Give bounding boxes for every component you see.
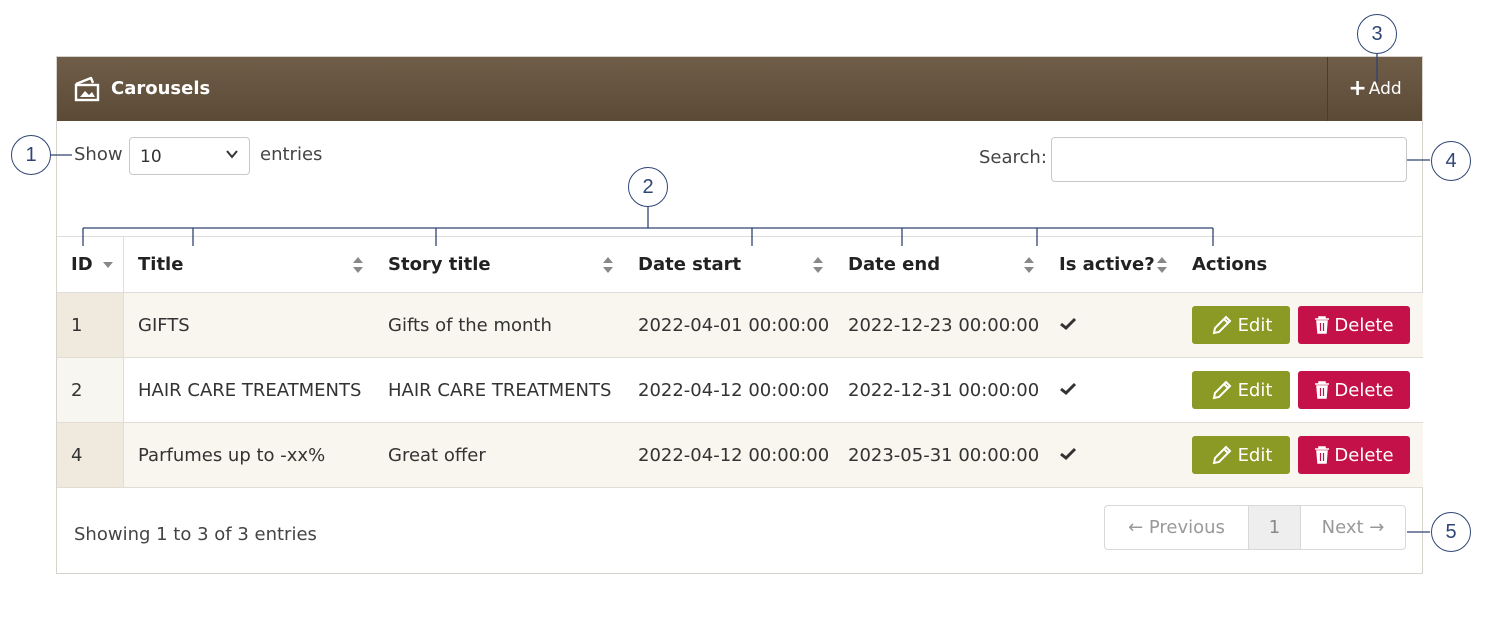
- add-label: Add: [1368, 79, 1402, 99]
- trash-icon: [1315, 316, 1330, 334]
- edit-button[interactable]: Edit: [1192, 371, 1290, 409]
- cell-is-active: [1045, 357, 1178, 423]
- pencil-icon: [1212, 380, 1231, 400]
- sort-icon: [1157, 257, 1167, 273]
- table-row: 1 GIFTS Gifts of the month 2022-04-01 00…: [57, 292, 1423, 358]
- table-header-row: ID Title Story title Date start Date end: [57, 236, 1423, 293]
- column-header-story-title[interactable]: Story title: [374, 236, 624, 293]
- table-row: 2 HAIR CARE TREATMENTS HAIR CARE TREATME…: [57, 357, 1423, 423]
- cell-story-title: HAIR CARE TREATMENTS: [374, 357, 624, 423]
- page-1-button[interactable]: 1: [1249, 506, 1301, 549]
- checkmark-icon: [1060, 447, 1077, 460]
- column-header-is-active[interactable]: Is active?: [1045, 236, 1178, 293]
- cell-date-start: 2022-04-12 00:00:00: [624, 422, 834, 488]
- next-page-button[interactable]: Next →: [1301, 506, 1405, 549]
- plus-icon: +: [1348, 76, 1367, 101]
- cell-title: Parfumes up to -xx%: [123, 422, 374, 488]
- sort-icon: [353, 257, 363, 273]
- table-row: 4 Parfumes up to -xx% Great offer 2022-0…: [57, 422, 1423, 488]
- cell-date-end: 2023-05-31 00:00:00: [834, 422, 1045, 488]
- cell-date-end: 2022-12-23 00:00:00: [834, 292, 1045, 358]
- sort-icon: [813, 257, 823, 273]
- callout-5: 5: [1431, 512, 1471, 552]
- column-header-id[interactable]: ID: [57, 236, 124, 293]
- add-button[interactable]: + Add: [1327, 57, 1422, 121]
- show-label: Show: [74, 144, 123, 165]
- pencil-icon: [1212, 315, 1231, 335]
- panel-title: Carousels: [111, 78, 211, 99]
- table-info: Showing 1 to 3 of 3 entries: [74, 524, 317, 545]
- search-input[interactable]: [1051, 137, 1407, 182]
- edit-button[interactable]: Edit: [1192, 306, 1290, 344]
- column-header-actions: Actions: [1178, 236, 1423, 293]
- carousels-panel: Carousels + Add Show 10 entries Search: …: [56, 56, 1423, 574]
- pagination: ← Previous 1 Next →: [1104, 505, 1406, 550]
- checkmark-icon: [1060, 382, 1077, 395]
- cell-actions: Edit Delete: [1178, 292, 1423, 358]
- cell-is-active: [1045, 422, 1178, 488]
- delete-button[interactable]: Delete: [1298, 371, 1410, 409]
- search-label: Search:: [979, 147, 1047, 168]
- pencil-icon: [1212, 445, 1231, 465]
- trash-icon: [1315, 446, 1330, 464]
- callout-4: 4: [1431, 141, 1471, 181]
- cell-title: GIFTS: [123, 292, 374, 358]
- cell-id: 4: [57, 422, 124, 488]
- sort-icon: [1024, 257, 1034, 273]
- cell-title: HAIR CARE TREATMENTS: [123, 357, 374, 423]
- column-header-title[interactable]: Title: [123, 236, 374, 293]
- carousel-icon: [74, 76, 100, 102]
- cell-is-active: [1045, 292, 1178, 358]
- entries-per-page-select[interactable]: 10: [129, 137, 250, 175]
- carousels-table: ID Title Story title Date start Date end: [57, 236, 1423, 488]
- entries-label: entries: [260, 144, 323, 165]
- callout-1: 1: [11, 135, 51, 175]
- callout-3: 3: [1357, 14, 1397, 54]
- delete-button[interactable]: Delete: [1298, 306, 1410, 344]
- previous-page-button[interactable]: ← Previous: [1105, 506, 1249, 549]
- cell-story-title: Great offer: [374, 422, 624, 488]
- panel-header: Carousels + Add: [57, 57, 1422, 121]
- cell-id: 1: [57, 292, 124, 358]
- trash-icon: [1315, 381, 1330, 399]
- delete-button[interactable]: Delete: [1298, 436, 1410, 474]
- cell-story-title: Gifts of the month: [374, 292, 624, 358]
- callout-2: 2: [628, 167, 668, 207]
- cell-date-start: 2022-04-01 00:00:00: [624, 292, 834, 358]
- column-header-date-start[interactable]: Date start: [624, 236, 834, 293]
- cell-date-end: 2022-12-31 00:00:00: [834, 357, 1045, 423]
- cell-actions: Edit Delete: [1178, 422, 1423, 488]
- cell-date-start: 2022-04-12 00:00:00: [624, 357, 834, 423]
- sort-desc-icon: [103, 262, 113, 268]
- cell-id: 2: [57, 357, 124, 423]
- edit-button[interactable]: Edit: [1192, 436, 1290, 474]
- entries-per-page-value: 10: [140, 147, 162, 167]
- checkmark-icon: [1060, 317, 1077, 330]
- column-header-date-end[interactable]: Date end: [834, 236, 1045, 293]
- cell-actions: Edit Delete: [1178, 357, 1423, 423]
- chevron-down-icon: [226, 150, 238, 159]
- sort-icon: [603, 257, 613, 273]
